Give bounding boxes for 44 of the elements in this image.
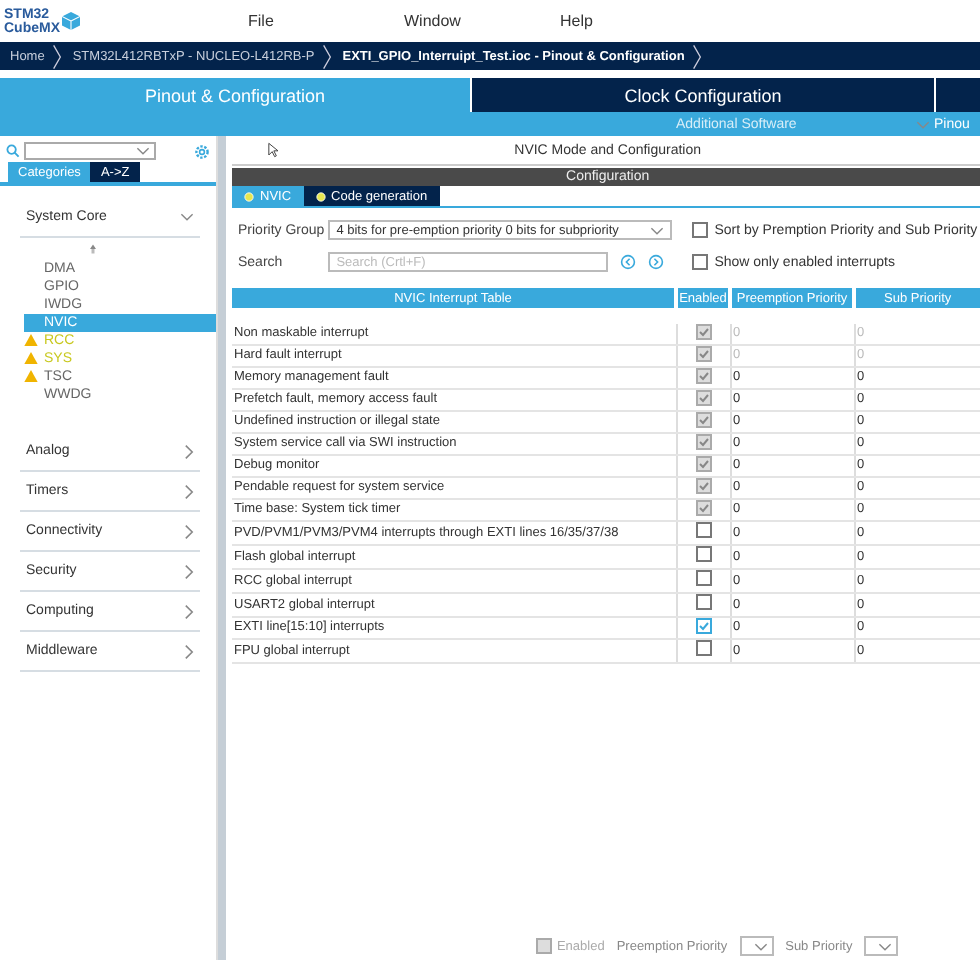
checkbox[interactable] bbox=[695, 546, 711, 562]
next-icon[interactable] bbox=[648, 254, 665, 270]
settings-icon[interactable] bbox=[194, 143, 210, 159]
sub-priority-dropdown[interactable] bbox=[864, 936, 899, 956]
checkbox[interactable] bbox=[695, 522, 711, 538]
checkbox[interactable] bbox=[695, 390, 711, 406]
checkbox[interactable] bbox=[695, 500, 711, 516]
checkbox[interactable] bbox=[692, 222, 709, 238]
chevron-icon bbox=[916, 119, 930, 129]
chevron-icon bbox=[692, 43, 703, 69]
chevron-icon bbox=[52, 43, 63, 69]
sort-icon[interactable] bbox=[89, 244, 95, 254]
checkbox[interactable] bbox=[695, 618, 711, 634]
checkbox[interactable] bbox=[536, 938, 553, 954]
chevron-icon bbox=[184, 563, 194, 579]
checkbox[interactable] bbox=[695, 368, 711, 384]
checkbox[interactable] bbox=[695, 346, 711, 362]
checkbox[interactable] bbox=[695, 434, 711, 450]
pointer-icon bbox=[268, 142, 278, 158]
checkbox[interactable] bbox=[695, 640, 711, 656]
checkbox[interactable] bbox=[692, 254, 709, 270]
chevron-icon bbox=[184, 523, 194, 539]
menu-item[interactable]: Window bbox=[404, 12, 560, 30]
search-icon bbox=[6, 144, 20, 158]
checkbox[interactable] bbox=[695, 456, 711, 472]
previous-icon[interactable] bbox=[620, 254, 637, 270]
checkbox[interactable] bbox=[695, 478, 711, 494]
menu-item[interactable]: Help bbox=[560, 12, 716, 30]
chevron-icon bbox=[184, 643, 194, 659]
chevron-icon bbox=[184, 443, 194, 459]
checkbox[interactable] bbox=[695, 570, 711, 586]
chevron-icon bbox=[184, 603, 194, 619]
chevron-icon bbox=[184, 483, 194, 499]
chevron-icon bbox=[180, 212, 194, 222]
status-dot-icon bbox=[244, 191, 254, 201]
search-combo[interactable] bbox=[24, 142, 156, 160]
menu-item[interactable]: File bbox=[248, 12, 404, 30]
status-dot-icon bbox=[315, 191, 326, 201]
tab[interactable]: Clock Configuration bbox=[472, 78, 934, 112]
checkbox[interactable] bbox=[695, 324, 711, 340]
preemption-dropdown[interactable] bbox=[739, 936, 774, 956]
checkbox[interactable] bbox=[695, 412, 711, 428]
chevron-icon bbox=[322, 43, 333, 69]
checkbox[interactable] bbox=[695, 594, 711, 610]
